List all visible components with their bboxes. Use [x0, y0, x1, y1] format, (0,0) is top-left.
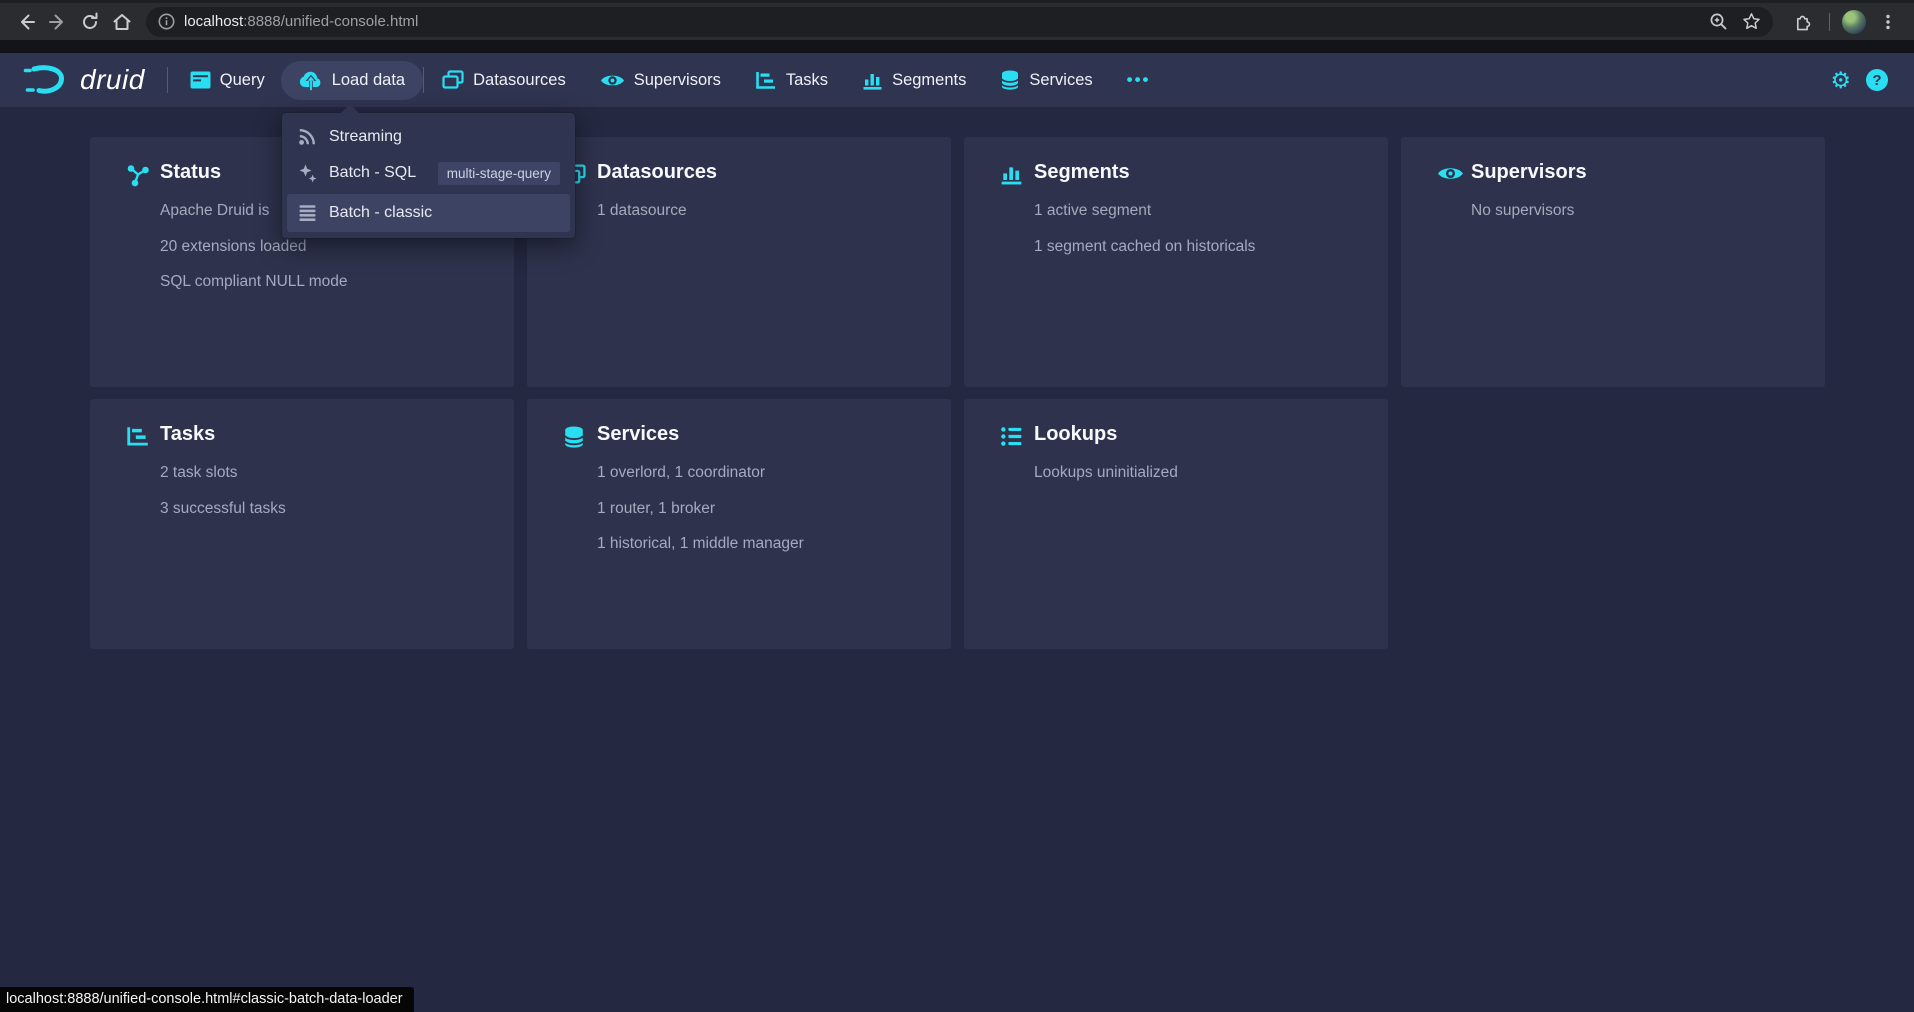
card-title: Services: [597, 423, 927, 446]
database-icon: [563, 426, 585, 453]
nav-item-datasources[interactable]: Datasources: [442, 70, 566, 90]
link-status-bubble: localhost:8888/unified-console.html#clas…: [0, 987, 414, 1012]
card-line: 1 active segment: [1034, 200, 1364, 221]
menu-item-batch-sql[interactable]: Batch - SQL multi-stage-query: [287, 155, 570, 191]
nav-item-segments[interactable]: Segments: [862, 71, 966, 90]
nav-item-supervisors[interactable]: Supervisors: [600, 71, 721, 90]
menu-label: Batch - classic: [329, 204, 432, 222]
nav-label: Datasources: [473, 71, 566, 90]
card-line: 1 router, 1 broker: [597, 498, 927, 519]
services-card[interactable]: Services 1 overlord, 1 coordinator 1 rou…: [527, 399, 951, 649]
bar-chart-icon: [862, 71, 883, 90]
menu-label: Batch - SQL: [329, 164, 416, 182]
card-line: Lookups uninitialized: [1034, 462, 1364, 483]
cloud-upload-icon: [299, 70, 323, 91]
card-line: 1 overlord, 1 coordinator: [597, 462, 927, 483]
nav-item-load-data[interactable]: Load data: [281, 61, 423, 100]
menu-item-streaming[interactable]: Streaming: [287, 119, 570, 155]
reload-icon[interactable]: [74, 6, 106, 38]
datasources-card[interactable]: Datasources 1 datasource: [527, 137, 951, 387]
more-icon: •••: [1127, 70, 1151, 90]
console-home: Status Apache Druid is 20 extensions loa…: [0, 107, 1914, 1012]
menu-item-batch-classic[interactable]: Batch - classic: [287, 194, 570, 232]
supervisors-card[interactable]: Supervisors No supervisors: [1401, 137, 1825, 387]
card-line: 1 segment cached on historicals: [1034, 236, 1364, 257]
msq-tag: multi-stage-query: [438, 162, 560, 185]
menu-label: Streaming: [329, 128, 402, 146]
gantt-icon: [126, 426, 150, 452]
card-line: 20 extensions loaded: [160, 236, 490, 257]
nav-label: Services: [1029, 71, 1092, 90]
nav-item-tasks[interactable]: Tasks: [755, 71, 828, 90]
druid-brand[interactable]: druid: [0, 62, 145, 98]
menu-kebab-icon[interactable]: [1872, 6, 1904, 38]
nav-label: Supervisors: [634, 71, 721, 90]
druid-wordmark: druid: [80, 64, 145, 96]
profile-avatar[interactable]: [1842, 10, 1866, 34]
settings-gear-icon[interactable]: ⚙: [1830, 69, 1851, 92]
eye-icon: [600, 72, 625, 89]
url-host: localhost: [184, 13, 243, 30]
card-line: 3 successful tasks: [160, 498, 490, 519]
card-title: Lookups: [1034, 423, 1364, 446]
card-line: 1 historical, 1 middle manager: [597, 533, 927, 554]
nav-item-query[interactable]: Query: [190, 71, 265, 90]
home-icon[interactable]: [106, 6, 138, 38]
nav-label: Query: [220, 71, 265, 90]
nav-more-button[interactable]: •••: [1127, 70, 1151, 90]
url-path: :8888/unified-console.html: [243, 13, 418, 30]
forward-icon[interactable]: [42, 6, 74, 38]
zoom-page-icon[interactable]: [1709, 12, 1728, 31]
navbar-divider: [423, 67, 424, 93]
card-line: SQL compliant NULL mode: [160, 271, 490, 292]
nav-item-services[interactable]: Services: [1000, 70, 1092, 90]
load-data-menu: Streaming Batch - SQL multi-stage-query …: [282, 113, 575, 238]
site-info-icon[interactable]: [158, 13, 175, 30]
card-line: 2 task slots: [160, 462, 490, 483]
browser-toolbar: localhost:8888/unified-console.html: [0, 0, 1914, 40]
graph-icon: [126, 164, 150, 192]
segments-card[interactable]: Segments 1 active segment 1 segment cach…: [964, 137, 1388, 387]
card-title: Datasources: [597, 161, 927, 184]
druid-logo-icon: [22, 62, 70, 98]
eye-icon: [1437, 164, 1464, 188]
multi-panel-icon: [442, 70, 464, 90]
lookups-card[interactable]: Lookups Lookups uninitialized: [964, 399, 1388, 649]
card-title: Tasks: [160, 423, 490, 446]
list-lines-icon: [297, 204, 318, 222]
card-title: Supervisors: [1471, 161, 1801, 184]
extensions-icon[interactable]: [1785, 6, 1817, 38]
window-strip: [0, 40, 1914, 53]
toolbar-divider: [1829, 13, 1830, 31]
database-icon: [1000, 70, 1020, 90]
console-icon: [190, 71, 211, 89]
nav-label: Segments: [892, 71, 966, 90]
card-line: No supervisors: [1471, 200, 1801, 221]
sparkles-icon: [297, 163, 318, 183]
nav-label: Tasks: [786, 71, 828, 90]
properties-icon: [1000, 426, 1023, 452]
help-icon[interactable]: ?: [1866, 69, 1888, 91]
tasks-card[interactable]: Tasks 2 task slots 3 successful tasks: [90, 399, 514, 649]
bar-chart-icon: [1000, 164, 1023, 190]
card-title: Segments: [1034, 161, 1364, 184]
bookmark-star-icon[interactable]: [1742, 12, 1761, 31]
back-icon[interactable]: [10, 6, 42, 38]
nav-label: Load data: [332, 71, 405, 90]
url-bar[interactable]: localhost:8888/unified-console.html: [146, 7, 1773, 37]
card-line: 1 datasource: [597, 200, 927, 221]
druid-navbar: druid Query Load data: [0, 53, 1914, 107]
feed-icon: [297, 128, 318, 146]
navbar-divider: [167, 67, 168, 93]
gantt-icon: [755, 71, 777, 90]
